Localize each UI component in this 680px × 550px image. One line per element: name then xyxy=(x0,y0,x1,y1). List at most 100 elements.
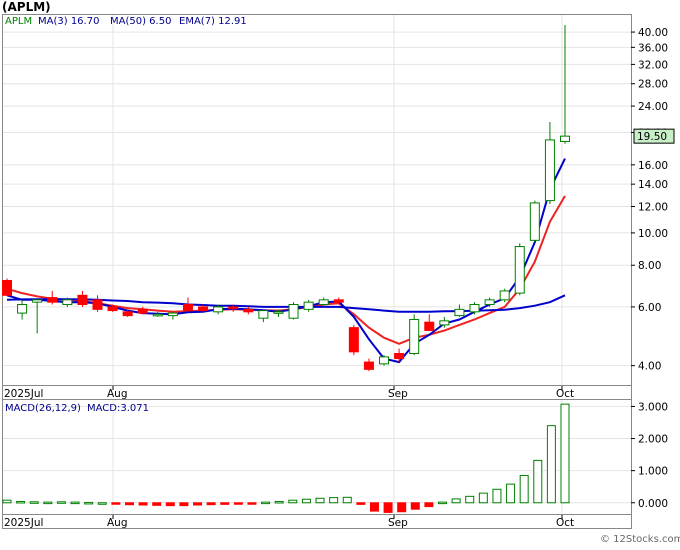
macd-bar xyxy=(70,501,80,505)
candle-body xyxy=(32,299,43,303)
price-axis-tick-label: 40.00 xyxy=(638,27,668,39)
candle-body xyxy=(273,311,284,314)
candle-body xyxy=(318,299,329,306)
candle-body xyxy=(454,308,465,317)
macd-x-label: Oct xyxy=(556,517,574,529)
candle-body xyxy=(394,353,405,360)
macd-bar xyxy=(329,497,339,504)
price-axis-tick-label: 4.00 xyxy=(638,361,661,373)
candle-body xyxy=(469,304,480,313)
macd-bar xyxy=(274,500,284,504)
candle-body xyxy=(47,297,58,303)
macd-bar xyxy=(356,502,366,505)
legend-ma3: MA(3) 16.70 xyxy=(38,16,99,27)
chart-title: (APLM) xyxy=(2,0,51,14)
candle xyxy=(2,278,12,296)
price-panel xyxy=(2,14,632,386)
macd-bar xyxy=(533,459,543,504)
macd-bar xyxy=(397,502,407,513)
price-axis-tick-label: 16.00 xyxy=(638,160,668,172)
macd-bar xyxy=(179,502,189,507)
macd-axis-tick-label: 2.000 xyxy=(638,434,668,446)
candle xyxy=(288,302,299,320)
legend-ema7: EMA(7) 12.91 xyxy=(179,16,247,27)
price-x-label: Oct xyxy=(556,388,574,400)
macd-legend-params: MACD(26,12,9) xyxy=(5,403,81,414)
macd-bar xyxy=(519,474,529,504)
macd-bar xyxy=(233,502,243,505)
macd-bar xyxy=(383,502,393,513)
price-axis-tick-label: 24.00 xyxy=(638,101,668,113)
stock-chart: (APLM) 4.00 6.00 8.00 10.00 12.00 14.00 16.00 2… xyxy=(2,0,680,545)
price-x-label: Sep xyxy=(388,388,408,400)
candle-body xyxy=(258,310,269,319)
macd-axis-tick-label: 0.000 xyxy=(638,498,668,510)
macd-bar xyxy=(152,502,162,506)
macd-bar xyxy=(2,499,12,504)
macd-bar xyxy=(261,501,271,505)
macd-bar xyxy=(220,502,230,505)
price-axis-tick-label: 28.00 xyxy=(638,79,668,91)
candle-body xyxy=(107,306,118,312)
candle-body xyxy=(544,139,555,202)
macd-legend-value: MACD:3.071 xyxy=(87,403,149,414)
candle xyxy=(514,243,525,296)
candle-body xyxy=(514,246,525,294)
candle xyxy=(409,314,420,356)
macd-bar xyxy=(111,502,121,505)
candle-body xyxy=(288,304,299,319)
candle-body xyxy=(529,202,540,241)
macd-bar xyxy=(560,403,570,504)
candle-body xyxy=(137,308,148,314)
macd-bar xyxy=(315,497,325,504)
macd-bar xyxy=(97,502,107,505)
candle-body xyxy=(484,299,495,306)
macd-bar xyxy=(424,502,434,508)
price-x-label: 2025Jul xyxy=(4,388,43,400)
candle xyxy=(499,288,510,303)
candle-body xyxy=(2,279,12,296)
macd-bar xyxy=(247,502,257,505)
macd-bar xyxy=(451,498,461,504)
macd-bar xyxy=(410,502,420,510)
price-axis-tick-label: 36.00 xyxy=(638,42,668,54)
macd-bar xyxy=(506,483,516,504)
candle-body xyxy=(92,299,103,310)
macd-bar xyxy=(124,502,134,506)
candle-body xyxy=(182,304,193,312)
candle-body xyxy=(77,294,88,306)
macd-bar xyxy=(478,492,488,504)
macd-bar xyxy=(29,501,39,504)
macd-bar xyxy=(438,501,448,505)
candle-body xyxy=(303,301,314,310)
candle xyxy=(348,324,359,356)
macd-bar xyxy=(342,496,352,504)
candle-body xyxy=(228,306,239,309)
macd-bar xyxy=(301,498,311,504)
macd-bar xyxy=(206,502,216,506)
candle-body xyxy=(560,135,570,142)
candle-body xyxy=(439,320,450,326)
macd-x-label: Aug xyxy=(107,517,128,529)
macd-bar xyxy=(56,501,66,504)
legend-symbol: APLM xyxy=(5,16,32,27)
macd-bar xyxy=(193,502,203,506)
macd-axis-tick-label: 1.000 xyxy=(638,466,668,478)
last-price-label: 19.50 xyxy=(637,131,667,143)
candle-body xyxy=(17,304,28,314)
candle-body xyxy=(333,299,344,303)
macd-bar xyxy=(165,502,175,507)
candle xyxy=(529,200,540,242)
candle-body xyxy=(409,319,420,355)
candle-body xyxy=(152,313,163,317)
macd-bar xyxy=(138,502,148,506)
macd-bar xyxy=(492,488,502,504)
price-axis-tick-label: 14.00 xyxy=(638,179,668,191)
legend-ma50: MA(50) 6.50 xyxy=(110,16,171,27)
candle-body xyxy=(167,312,178,317)
candle-body xyxy=(379,356,390,365)
candle-body xyxy=(499,290,510,301)
candle-body xyxy=(348,327,359,353)
candle-body xyxy=(213,306,224,313)
candle-body xyxy=(122,311,133,317)
